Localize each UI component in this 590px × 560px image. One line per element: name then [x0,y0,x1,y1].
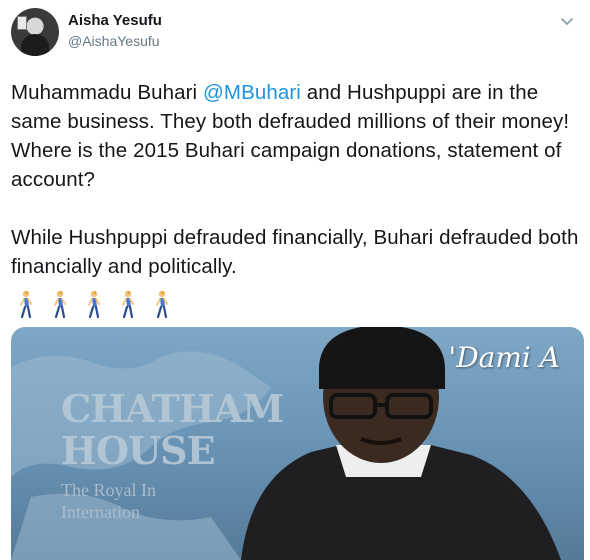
backdrop-subtitle-2: Internation [61,502,140,522]
tweet-body: Muhammadu Buhari @MBuhari and Hushpuppi … [11,78,581,281]
person-walking-icon [122,290,134,318]
tweet-header: Aisha Yesufu @AishaYesufu [11,8,580,62]
author-names: Aisha Yesufu @AishaYesufu [68,11,162,51]
tweet-paragraph-1: Muhammadu Buhari @MBuhari and Hushpuppi … [11,78,581,194]
person-walking-icon [20,290,32,318]
person-walking-icon [156,290,168,318]
person-walking-icon [54,290,66,318]
emoji-row [14,290,172,320]
video-watermark: 'Dami A [448,341,560,374]
tweet-text-segment: Muhammadu Buhari [11,81,203,104]
tweet-video[interactable]: CHATHAM HOUSE The Royal In Internation '… [11,327,584,560]
backdrop-subtitle: The Royal In [61,480,156,500]
mention-link[interactable]: @MBuhari [203,81,301,104]
author-avatar[interactable] [11,8,59,56]
author-handle[interactable]: @AishaYesufu [68,31,162,51]
backdrop-title-2: HOUSE [61,428,216,473]
person-walking-icon [88,290,100,318]
avatar-sign [17,16,27,30]
author-display-name[interactable]: Aisha Yesufu [68,11,162,31]
tweet-paragraph-2: While Hushpuppi defrauded financially, B… [11,226,579,278]
chevron-down-icon[interactable] [558,12,576,30]
